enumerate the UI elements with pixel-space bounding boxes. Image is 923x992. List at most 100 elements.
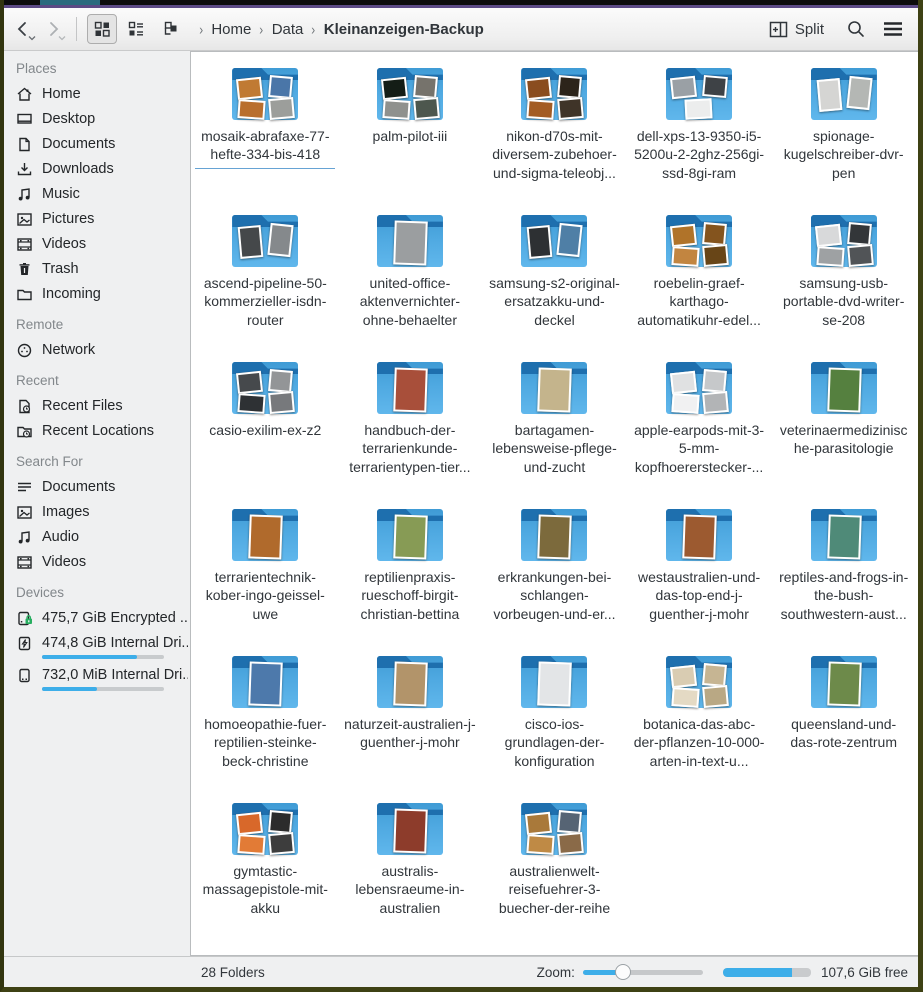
icons-view-button[interactable] bbox=[87, 14, 117, 44]
zoom-slider-handle[interactable] bbox=[615, 964, 631, 980]
folder-item[interactable]: erkrankungen-bei-schlangen-vorbeugen-und… bbox=[482, 503, 627, 650]
folder-icon bbox=[811, 507, 877, 563]
folder-preview-thumb bbox=[827, 514, 862, 559]
folder-item[interactable]: handbuch-der-terrarienkunde-terrarientyp… bbox=[338, 356, 483, 503]
desktop-icon bbox=[16, 111, 33, 128]
folder-item[interactable]: terrarientechnik-kober-ingo-geissel-uwe bbox=[193, 503, 338, 650]
dolphin-window: ›Home›Data›Kleinanzeigen-Backup Split bbox=[0, 0, 923, 992]
sidebar-item-videos[interactable]: Videos bbox=[14, 232, 190, 257]
compact-view-button[interactable] bbox=[121, 14, 151, 44]
sidebar-item-475-7-gib-encrypted[interactable]: 475,7 GiB Encrypted ... bbox=[14, 606, 190, 631]
folder-view[interactable]: mosaik-abrafaxe-77-hefte-334-bis-418palm… bbox=[190, 51, 918, 956]
folder-item[interactable]: homoeopathie-fuer-reptilien-steinke-beck… bbox=[193, 650, 338, 797]
folder-preview-thumb bbox=[670, 76, 697, 99]
toolbar-separator bbox=[76, 17, 77, 41]
folder-icon bbox=[666, 66, 732, 122]
folder-preview-thumb bbox=[847, 244, 874, 267]
sidebar-item-audio[interactable]: Audio bbox=[14, 525, 190, 550]
sidebar-item-label: Incoming bbox=[42, 286, 101, 303]
folder-item[interactable]: naturzeit-australien-j-guenther-j-mohr bbox=[338, 650, 483, 797]
folder-item[interactable]: dell-xps-13-9350-i5-5200u-2-2ghz-256gi-s… bbox=[627, 62, 772, 209]
folder-item[interactable]: ascend-pipeline-50-kommerzieller-isdn-ro… bbox=[193, 209, 338, 356]
forward-button[interactable] bbox=[40, 16, 66, 42]
folder-item[interactable]: roebelin-graef-karthago-automatikuhr-ede… bbox=[627, 209, 772, 356]
sidebar-item-downloads[interactable]: Downloads bbox=[14, 157, 190, 182]
zoom-slider[interactable] bbox=[583, 964, 703, 980]
sidebar-item-network[interactable]: Network bbox=[14, 338, 190, 363]
sidebar-item-trash[interactable]: Trash bbox=[14, 257, 190, 282]
breadcrumb-item[interactable]: Kleinanzeigen-Backup bbox=[324, 21, 484, 38]
sidebar-item-label: Music bbox=[42, 186, 80, 203]
sidebar-item-documents[interactable]: Documents bbox=[14, 132, 190, 157]
folder-preview-thumb bbox=[393, 514, 428, 559]
sidebar-item-documents[interactable]: Documents bbox=[14, 475, 190, 500]
video-icon bbox=[16, 236, 33, 253]
folder-item[interactable]: palm-pilot-iii bbox=[338, 62, 483, 209]
sidebar-item-label: Desktop bbox=[42, 111, 95, 128]
device-usage-fill bbox=[42, 655, 137, 659]
folder-item[interactable]: spionage-kugelschreiber-dvr-pen bbox=[771, 62, 916, 209]
breadcrumb-item[interactable]: Home bbox=[211, 21, 251, 38]
folder-item[interactable]: australienwelt-reisefuehrer-3-buecher-de… bbox=[482, 797, 627, 944]
folder-item[interactable]: cisco-ios-grundlagen-der-konfiguration bbox=[482, 650, 627, 797]
folder-label: handbuch-der-terrarienkunde-terrarientyp… bbox=[344, 421, 476, 476]
folder-item[interactable]: united-office-aktenvernichter-ohne-behae… bbox=[338, 209, 483, 356]
picture-icon bbox=[16, 211, 33, 228]
sidebar-item-home[interactable]: Home bbox=[14, 82, 190, 107]
folder-preview-thumb bbox=[393, 661, 428, 706]
folder-item[interactable]: gymtastic-massagepistole-mit-akku bbox=[193, 797, 338, 944]
folder-label: naturzeit-australien-j-guenther-j-mohr bbox=[344, 715, 476, 752]
split-icon bbox=[769, 21, 788, 38]
sidebar-item-music[interactable]: Music bbox=[14, 182, 190, 207]
sidebar-item-images[interactable]: Images bbox=[14, 500, 190, 525]
folder-item[interactable]: westaustralien-und-das-top-end-j-guenthe… bbox=[627, 503, 772, 650]
folder-item[interactable]: bartagamen-lebensweise-pflege-und-zucht bbox=[482, 356, 627, 503]
folder-item[interactable]: reptilienpraxis-rueschoff-birgit-christi… bbox=[338, 503, 483, 650]
search-button[interactable] bbox=[842, 15, 870, 43]
folder-label: spionage-kugelschreiber-dvr-pen bbox=[778, 127, 910, 182]
split-button[interactable]: Split bbox=[765, 17, 828, 42]
sidebar-item-desktop[interactable]: Desktop bbox=[14, 107, 190, 132]
folder-item[interactable]: samsung-s2-original-ersatzakku-und-decke… bbox=[482, 209, 627, 356]
picture-icon bbox=[16, 504, 33, 521]
folder-item[interactable]: reptiles-and-frogs-in-the-bush-southwest… bbox=[771, 503, 916, 650]
folder-label: united-office-aktenvernichter-ohne-behae… bbox=[344, 274, 476, 329]
folder-label: apple-earpods-mit-3-5-mm-kopfhoerersteck… bbox=[633, 421, 765, 476]
folder-label: veterinaermedizinische-parasitologie bbox=[778, 421, 910, 458]
details-view-icon bbox=[161, 20, 179, 38]
folder-item[interactable]: botanica-das-abc-der-pflanzen-10-000-art… bbox=[627, 650, 772, 797]
folder-preview-thumb bbox=[527, 225, 553, 259]
sidebar-item-732-0-mib-internal-dri[interactable]: 732,0 MiB Internal Dri... bbox=[14, 663, 190, 695]
sidebar-item-recent-locations[interactable]: Recent Locations bbox=[14, 419, 190, 444]
sidebar-item-pictures[interactable]: Pictures bbox=[14, 207, 190, 232]
folder-label: australis-lebensraeume-in-australien bbox=[344, 862, 476, 917]
menu-button[interactable] bbox=[878, 17, 908, 41]
folder-preview-thumb bbox=[393, 220, 428, 265]
folder-item[interactable]: casio-exilim-ex-z2 bbox=[193, 356, 338, 503]
sidebar-item-recent-files[interactable]: Recent Files bbox=[14, 394, 190, 419]
folder-preview-thumb bbox=[816, 246, 844, 267]
folder-preview-thumb bbox=[702, 369, 727, 393]
folder-item[interactable]: samsung-usb-portable-dvd-writer-se-208 bbox=[771, 209, 916, 356]
sidebar-item-incoming[interactable]: Incoming bbox=[14, 282, 190, 307]
folder-item[interactable]: mosaik-abrafaxe-77-hefte-334-bis-418 bbox=[193, 62, 338, 209]
forward-dropdown-icon[interactable] bbox=[58, 35, 66, 41]
sidebar-item-videos[interactable]: Videos bbox=[14, 550, 190, 575]
folder-item[interactable]: australis-lebensraeume-in-australien bbox=[338, 797, 483, 944]
breadcrumb-item[interactable]: Data bbox=[272, 21, 304, 38]
details-view-button[interactable] bbox=[155, 14, 185, 44]
folder-item[interactable]: nikon-d70s-mit-diversem-zubehoer-und-sig… bbox=[482, 62, 627, 209]
folder-preview-thumb bbox=[393, 808, 428, 853]
breadcrumb-separator-icon: › bbox=[199, 20, 203, 37]
folder-preview-thumb bbox=[249, 661, 284, 706]
back-button[interactable] bbox=[10, 16, 36, 42]
folder-preview-thumb bbox=[685, 98, 713, 119]
back-dropdown-icon[interactable] bbox=[28, 35, 36, 41]
folder-item[interactable]: queensland-und-das-rote-zentrum bbox=[771, 650, 916, 797]
sidebar-item-474-8-gib-internal-dri[interactable]: 474,8 GiB Internal Dri... bbox=[14, 631, 190, 663]
folder-item[interactable]: veterinaermedizinische-parasitologie bbox=[771, 356, 916, 503]
sidebar-item-label: Videos bbox=[42, 554, 86, 571]
folder-item[interactable]: apple-earpods-mit-3-5-mm-kopfhoerersteck… bbox=[627, 356, 772, 503]
folder-preview-thumb bbox=[538, 514, 573, 559]
folder-icon bbox=[377, 213, 443, 269]
